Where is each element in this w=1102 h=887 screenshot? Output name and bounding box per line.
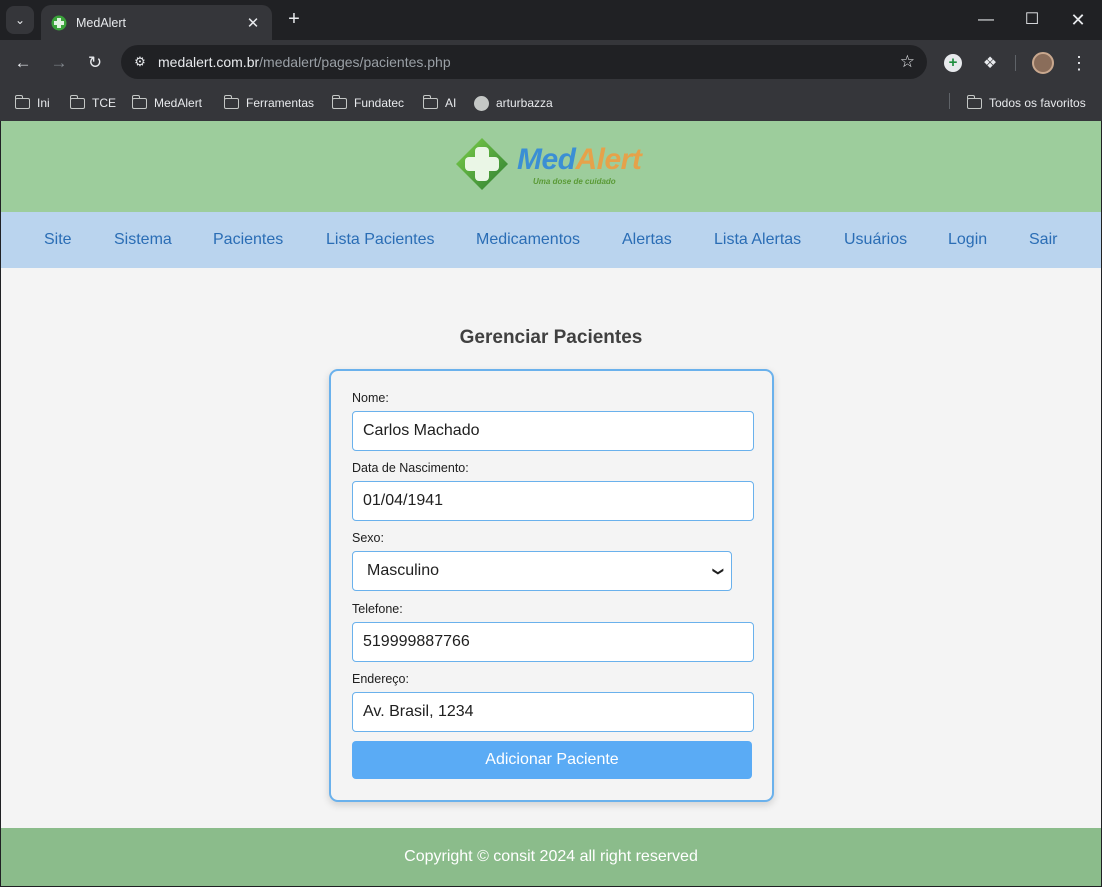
bookmark-label: TCE — [92, 96, 116, 110]
bookmark-medalert[interactable]: MedAlert — [131, 93, 203, 113]
bookmarks-bar: Ini TCE MedAlert Ferramentas Fundatec AI… — [0, 85, 1102, 121]
nav-usuarios[interactable]: Usuários — [844, 231, 907, 249]
bookmark-ini[interactable]: Ini — [14, 93, 50, 113]
tab-list-icon[interactable]: ⌄ — [6, 6, 34, 34]
footer-copyright: Copyright © consit 2024 all right reserv… — [404, 848, 698, 865]
medalert-favicon — [51, 15, 67, 30]
toolbar-divider — [1015, 55, 1016, 71]
main-nav: Site Sistema Pacientes Lista Pacientes M… — [1, 212, 1101, 268]
kebab-menu-icon[interactable]: ⋮ — [1067, 51, 1091, 75]
bookmark-fundatec[interactable]: Fundatec — [331, 93, 405, 113]
puzzle-icon[interactable]: ❖ — [978, 51, 1002, 75]
nome-label: Nome: — [352, 391, 389, 405]
plus-icon[interactable]: + — [283, 8, 305, 30]
url-text[interactable]: medalert.com.br/medalert/pages/pacientes… — [158, 54, 451, 70]
all-bookmarks[interactable]: Todos os favoritos — [966, 93, 1086, 113]
tab-title: MedAlert — [76, 15, 127, 30]
nav-alertas[interactable]: Alertas — [622, 231, 672, 249]
sexo-selected-value: Masculino — [367, 562, 440, 579]
extension-add-icon[interactable]: + — [941, 51, 965, 75]
bookmark-tce[interactable]: TCE — [69, 93, 116, 113]
logo-name-med: Med — [517, 143, 576, 176]
github-icon — [474, 95, 489, 111]
nome-input[interactable]: Carlos Machado — [352, 411, 754, 451]
logo-tagline: Uma dose de cuidado — [533, 177, 616, 186]
logo-name-alert: Alert — [575, 143, 642, 176]
maximize-icon[interactable]: ☐ — [1020, 9, 1044, 31]
add-patient-button[interactable]: Adicionar Paciente — [352, 741, 752, 779]
bookmark-label: Ferramentas — [246, 96, 315, 110]
nav-medicamentos[interactable]: Medicamentos — [476, 231, 580, 249]
bookmarks-divider — [949, 93, 950, 109]
nav-lista-pacientes[interactable]: Lista Pacientes — [326, 231, 435, 249]
telefone-label: Telefone: — [352, 602, 403, 616]
patient-form: Nome: Carlos Machado Data de Nascimento:… — [329, 369, 774, 802]
close-icon[interactable]: ✕ — [244, 14, 262, 32]
folder-icon — [14, 94, 30, 109]
nascimento-label: Data de Nascimento: — [352, 461, 469, 475]
browser-tab[interactable]: MedAlert ✕ — [41, 5, 272, 40]
endereco-input[interactable]: Av. Brasil, 1234 — [352, 692, 754, 732]
logo-wordmark: MedAlert — [517, 143, 642, 177]
bookmark-label: Fundatec — [354, 96, 405, 110]
nav-sistema[interactable]: Sistema — [114, 231, 172, 249]
all-bookmarks-label: Todos os favoritos — [989, 96, 1086, 110]
nav-sair[interactable]: Sair — [1029, 231, 1057, 249]
profile-avatar[interactable] — [1031, 51, 1055, 75]
endereco-label: Endereço: — [352, 672, 409, 686]
url-path: /medalert/pages/pacientes.php — [259, 54, 451, 70]
site-info-icon[interactable]: ⚙ — [129, 51, 151, 73]
bookmark-label: MedAlert — [154, 96, 203, 110]
reload-icon[interactable]: ↻ — [83, 51, 107, 75]
nav-site[interactable]: Site — [44, 231, 72, 249]
url-host: medalert.com.br — [158, 54, 260, 70]
site-footer: Copyright © consit 2024 all right reserv… — [1, 828, 1101, 886]
nav-pacientes[interactable]: Pacientes — [213, 231, 283, 249]
page-title: Gerenciar Pacientes — [459, 327, 643, 348]
folder-icon — [223, 94, 239, 109]
minimize-icon[interactable]: — — [974, 9, 998, 31]
tab-strip: ⌄ MedAlert ✕ + — ☐ ✕ — [0, 0, 1102, 40]
folder-icon — [69, 94, 85, 109]
folder-icon — [131, 94, 147, 109]
site-header: MedAlert Uma dose de cuidado — [1, 121, 1101, 212]
bookmark-arturbazza[interactable]: arturbazza — [474, 93, 553, 113]
browser-toolbar: ← → ↻ ⚙ medalert.com.br/medalert/pages/p… — [0, 40, 1102, 85]
nav-login[interactable]: Login — [948, 231, 987, 249]
star-icon[interactable]: ☆ — [900, 51, 915, 73]
back-icon[interactable]: ← — [11, 51, 35, 75]
folder-icon — [422, 94, 438, 109]
nascimento-input[interactable]: 01/04/1941 — [352, 481, 754, 521]
bookmark-ai[interactable]: AI — [422, 93, 457, 113]
telefone-input[interactable]: 519999887766 — [352, 622, 754, 662]
folder-icon — [331, 94, 347, 109]
page-viewport: MedAlert Uma dose de cuidado Site Sistem… — [1, 121, 1101, 886]
sexo-label: Sexo: — [352, 531, 384, 545]
sexo-select[interactable]: Masculino ❯ — [352, 551, 732, 591]
window-close-icon[interactable]: ✕ — [1066, 9, 1090, 31]
nav-lista-alertas[interactable]: Lista Alertas — [714, 231, 801, 249]
medical-cross-icon — [456, 138, 508, 190]
forward-icon[interactable]: → — [47, 51, 71, 75]
bookmark-label: AI — [445, 96, 457, 110]
address-bar[interactable]: ⚙ medalert.com.br/medalert/pages/pacient… — [121, 45, 927, 79]
chevron-down-icon: ❯ — [711, 566, 724, 576]
folder-icon — [966, 94, 982, 109]
bookmark-label: arturbazza — [496, 96, 553, 110]
bookmark-label: Ini — [37, 96, 50, 110]
bookmark-ferramentas[interactable]: Ferramentas — [223, 93, 315, 113]
medalert-logo[interactable]: MedAlert Uma dose de cuidado — [455, 137, 655, 193]
